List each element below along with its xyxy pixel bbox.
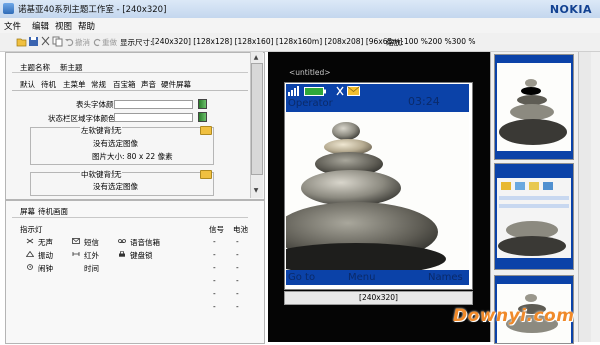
indicators-label: 指示灯: [20, 225, 43, 234]
menu-file[interactable]: 文件: [4, 20, 21, 32]
scroll-down-arrow-icon[interactable]: ▼: [251, 186, 261, 195]
downyi-watermark: Downyi.com: [453, 306, 575, 326]
tab-sound[interactable]: 声音: [141, 79, 156, 90]
tab-hardware-screen[interactable]: 硬件屏幕: [161, 79, 191, 90]
no-image-text: 没有选定图像: [93, 139, 138, 148]
clock: 03:24: [408, 95, 440, 108]
menu-help[interactable]: 帮助: [78, 20, 95, 32]
signal-dash: -: [213, 289, 216, 298]
statusbar-font-color-field[interactable]: [114, 113, 193, 122]
window-title: 诺基亚40系列主题工作室 - [240x320]: [18, 5, 167, 15]
battery-dash: -: [236, 263, 239, 272]
nokia-logo: NOKIA: [549, 3, 592, 16]
open-folder-icon[interactable]: [16, 36, 27, 47]
undo-label[interactable]: 撤消: [75, 37, 90, 48]
no-image-text: 没有选定图像: [93, 182, 138, 191]
statusbar-font-color-label: 状态栏区域字体颜色: [48, 114, 116, 123]
copy-icon[interactable]: [52, 36, 63, 47]
softkey-middle[interactable]: Menu: [348, 272, 375, 283]
signal-dash: -: [213, 237, 216, 246]
signal-dash: -: [213, 250, 216, 259]
indicator-alarm[interactable]: 闹钟: [38, 263, 53, 274]
indicator-infrared[interactable]: 红外: [84, 250, 99, 261]
indicator-silent[interactable]: 无声: [38, 237, 53, 248]
battery-dash: -: [236, 250, 239, 259]
display-size-label: 显示尺寸:: [120, 38, 153, 47]
untitled-label: <untitled>: [289, 68, 331, 77]
tab-general[interactable]: 常规: [91, 79, 106, 90]
signal-strength-icon: [288, 86, 299, 96]
vibrate-icon: [26, 251, 34, 257]
battery-dash: -: [236, 289, 239, 298]
menu-edit[interactable]: 编辑: [32, 20, 49, 32]
thumbnail-standby[interactable]: [494, 54, 574, 160]
battery-dash: -: [236, 302, 239, 311]
tab-default[interactable]: 默认: [20, 79, 35, 90]
silent-indicator-icon: [336, 86, 344, 96]
signal-dash: -: [213, 263, 216, 272]
screen-section-title: 屏幕: [20, 207, 35, 216]
display-size-options[interactable]: [240x320] [128x128] [128x160] [128x160m]…: [152, 37, 403, 46]
tab-toolbox[interactable]: 百宝箱: [113, 79, 136, 90]
alarm-icon: [27, 264, 33, 270]
infrared-icon: [72, 252, 80, 256]
battery-icon: [304, 87, 326, 96]
battery-header: 电池: [233, 225, 248, 234]
sms-icon: [72, 238, 80, 244]
middle-softkey-bg-value: 无: [114, 169, 122, 180]
thumbnail-menu[interactable]: [494, 163, 574, 270]
indicator-sms[interactable]: 短信: [84, 237, 99, 248]
menu-bar: 文件 编辑 视图 帮助: [0, 18, 600, 34]
color-picker-icon[interactable]: [198, 112, 207, 122]
image-size-text: 图片大小: 80 x 22 像素: [92, 152, 173, 161]
left-softkey-bg-value: 无: [114, 125, 122, 136]
tab-divider: [12, 90, 248, 91]
operator-name: Operator: [288, 98, 333, 109]
toolbar: 撤消 重做 显示尺寸: [240x320] [128x128] [128x160…: [0, 33, 600, 52]
tab-standby[interactable]: 待机: [41, 79, 56, 90]
zoom-label: 缩放:: [386, 38, 404, 47]
scroll-up-arrow-icon[interactable]: ▲: [251, 53, 261, 62]
scrollbar-thumb[interactable]: [251, 63, 263, 175]
folder-icon[interactable]: [200, 126, 212, 135]
indicator-keylock[interactable]: 键盘锁: [130, 250, 153, 261]
keylock-icon: [119, 251, 125, 257]
signal-dash: -: [213, 276, 216, 285]
screen-section-subtitle: 待机画面: [38, 207, 68, 216]
battery-dash: -: [236, 237, 239, 246]
signal-dash: -: [213, 302, 216, 311]
preview-size-label: [240x320]: [284, 291, 473, 305]
softkey-left[interactable]: Go to: [288, 272, 315, 283]
softkey-right[interactable]: Names: [428, 272, 463, 283]
indicator-vibrate[interactable]: 振动: [38, 250, 53, 261]
menu-view[interactable]: 视图: [55, 20, 72, 32]
battery-dash: -: [236, 276, 239, 285]
cut-icon[interactable]: [40, 36, 51, 47]
title-font-color-field[interactable]: [114, 100, 193, 109]
color-picker-icon[interactable]: [198, 99, 207, 109]
folder-icon[interactable]: [200, 170, 212, 179]
thumbnail-menu-image: [497, 178, 571, 258]
wallpaper-stones-image: [286, 84, 469, 285]
thumbnail-standby-image: [497, 63, 571, 151]
indicator-time[interactable]: 时间: [84, 263, 99, 274]
zoom-options[interactable]: 100 %200 %300 %: [404, 37, 475, 46]
silent-icon: [26, 238, 34, 244]
voicemail-icon: [118, 239, 126, 243]
indicator-voicemail[interactable]: 语音信箱: [130, 237, 160, 248]
divider: [12, 217, 248, 218]
signal-header: 信号: [209, 225, 224, 234]
divider: [12, 72, 248, 73]
tab-main-menu[interactable]: 主菜单: [63, 79, 86, 90]
undo-icon[interactable]: [64, 36, 75, 47]
thumbnail-scrollbar[interactable]: [578, 52, 591, 342]
save-icon[interactable]: [28, 36, 39, 47]
redo-label[interactable]: 重做: [102, 37, 117, 48]
app-icon: [3, 3, 14, 14]
phone-screen[interactable]: [286, 84, 469, 285]
message-envelope-icon: [347, 86, 360, 96]
